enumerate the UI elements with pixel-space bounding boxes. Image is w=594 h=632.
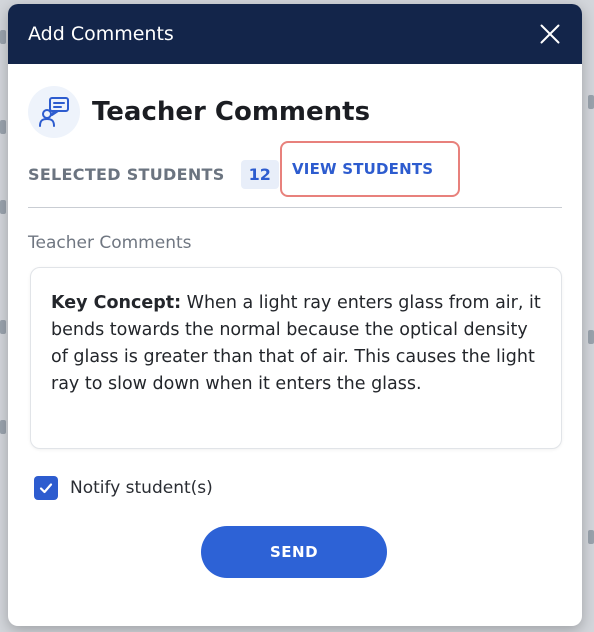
background-edge-mark: [588, 530, 594, 544]
comment-text: Key Concept: When a light ray enters gla…: [51, 290, 541, 398]
divider: [28, 207, 562, 208]
selected-count-badge: 12: [240, 160, 279, 189]
notify-label: Notify student(s): [70, 478, 213, 498]
view-students-link[interactable]: VIEW STUDENTS: [280, 141, 460, 197]
background-edge-mark: [588, 330, 594, 344]
background-edge-mark: [0, 420, 6, 434]
background-edge-mark: [0, 30, 6, 44]
teacher-comment-icon: [28, 86, 80, 138]
comment-textarea[interactable]: Key Concept: When a light ray enters gla…: [30, 267, 562, 449]
background-edge-mark: [0, 200, 6, 214]
add-comments-modal: Add Comments Teacher Comments SELECTED S…: [8, 4, 582, 626]
notify-checkbox[interactable]: [34, 476, 58, 500]
modal-header: Add Comments: [8, 4, 582, 64]
modal-title: Add Comments: [28, 23, 174, 45]
background-edge-mark: [0, 120, 6, 134]
checkmark-icon: [39, 483, 53, 494]
background-edge-mark: [0, 320, 6, 334]
notify-students-toggle[interactable]: Notify student(s): [34, 476, 213, 500]
close-icon[interactable]: [536, 20, 564, 48]
section-title: Teacher Comments: [92, 97, 371, 127]
selected-students-row: SELECTED STUDENTS 12: [28, 160, 279, 189]
send-button-label: SEND: [269, 543, 319, 561]
comment-key-prefix: Key Concept:: [51, 293, 182, 313]
background-edge-mark: [588, 95, 594, 109]
view-students-label: VIEW STUDENTS: [292, 160, 434, 178]
send-button[interactable]: SEND: [201, 526, 387, 578]
comments-field-label: Teacher Comments: [28, 233, 192, 253]
section-header: Teacher Comments: [28, 86, 370, 138]
selected-students-label: SELECTED STUDENTS: [28, 165, 225, 184]
